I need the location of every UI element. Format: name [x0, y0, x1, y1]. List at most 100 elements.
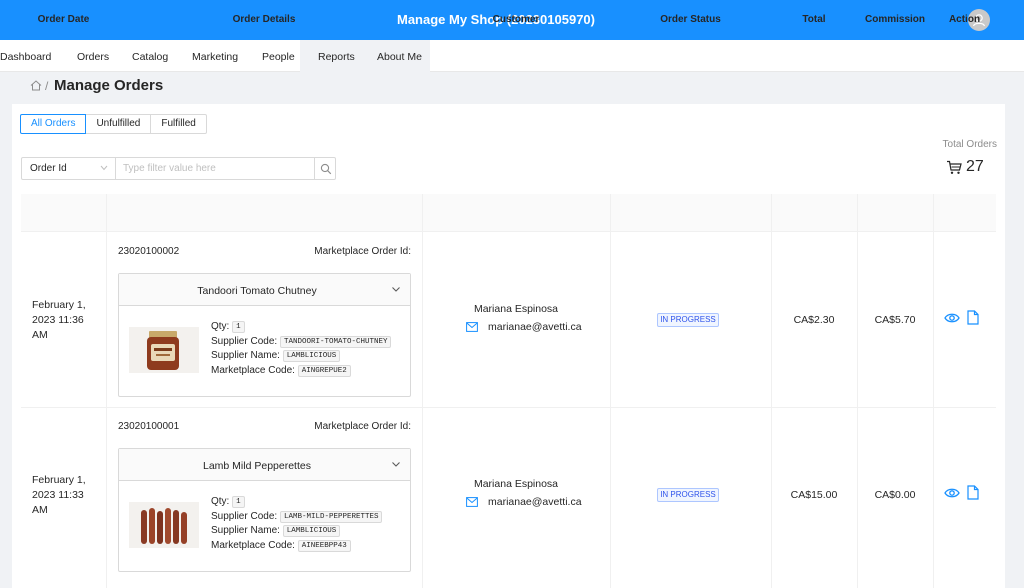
- customer-name: Mariana Espinosa: [473, 478, 559, 490]
- order-date-line: February 1,: [32, 299, 86, 311]
- pepperettes-image: [129, 502, 199, 548]
- status-badge: IN PROGRESS: [657, 313, 719, 327]
- nav-catalog[interactable]: Catalog: [132, 51, 168, 63]
- qty-label: Qty:: [211, 496, 230, 507]
- col-order-details: Order Details: [232, 14, 296, 25]
- filter-field-value: Order Id: [30, 163, 67, 174]
- order-date-line: 2023 11:33: [32, 489, 84, 501]
- order-commission: CA$0.00: [874, 489, 916, 501]
- document-icon[interactable]: [967, 310, 979, 325]
- supplier-name-label: Supplier Name:: [211, 350, 280, 361]
- product-panel: Lamb Mild Pepperettes Qty: 1 Supplier Co…: [118, 448, 411, 572]
- row-divider: [21, 407, 996, 408]
- search-icon: [320, 163, 332, 175]
- marketplace-code-value: AINEEBPP43: [297, 540, 351, 552]
- supplier-code-value: LAMB-MILD-PEPPERETTES: [279, 511, 383, 523]
- chevron-down-icon[interactable]: [391, 286, 401, 293]
- marketplace-code-label: Marketplace Code:: [211, 540, 295, 551]
- product-qty: Qty: 1: [211, 496, 245, 508]
- page-title: Manage Orders: [54, 77, 164, 94]
- column-divider: [857, 194, 858, 588]
- tab-unfulfilled[interactable]: Unfulfilled: [85, 114, 152, 134]
- marketplace-code-label: Marketplace Code:: [211, 365, 295, 376]
- view-icon[interactable]: [944, 487, 960, 499]
- order-date-line: February 1,: [32, 474, 86, 486]
- col-action: Action: [948, 14, 981, 25]
- product-supplier-name: Supplier Name: LAMBLICIOUS: [211, 525, 341, 537]
- home-icon[interactable]: [30, 80, 42, 91]
- mail-icon: [466, 497, 478, 507]
- supplier-name-label: Supplier Name:: [211, 525, 280, 536]
- product-image: [129, 327, 199, 373]
- order-total: CA$2.30: [793, 314, 835, 326]
- order-date-line: AM: [32, 329, 48, 341]
- chevron-down-icon: [100, 165, 108, 171]
- main-nav: Dashboard Orders Catalog Marketing Peopl…: [0, 40, 1024, 72]
- supplier-name-value: LAMBLICIOUS: [282, 350, 341, 362]
- order-date-line: 2023 11:36: [32, 314, 84, 326]
- orders-table-header: [21, 194, 996, 232]
- col-commission: Commission: [864, 14, 925, 25]
- nav-about-me[interactable]: About Me: [377, 51, 422, 63]
- marketplace-code-value: AINGREPUE2: [297, 365, 351, 377]
- marketplace-order-id-label: Marketplace Order Id:: [314, 421, 411, 432]
- nav-reports[interactable]: Reports: [318, 51, 355, 63]
- view-icon[interactable]: [944, 312, 960, 324]
- col-total: Total: [802, 14, 826, 25]
- tab-all-orders[interactable]: All Orders: [20, 114, 87, 134]
- qty-value: 1: [232, 496, 245, 508]
- product-panel-header[interactable]: Tandoori Tomato Chutney: [119, 274, 410, 306]
- chevron-down-icon[interactable]: [391, 461, 401, 468]
- nav-dashboard[interactable]: Dashboard: [0, 51, 51, 63]
- product-supplier-code: Supplier Code: LAMB-MILD-PEPPERETTES: [211, 511, 383, 523]
- mail-icon: [466, 322, 478, 332]
- product-marketplace-code: Marketplace Code: AINEEBPP43: [211, 540, 351, 552]
- product-marketplace-code: Marketplace Code: AINGREPUE2: [211, 365, 351, 377]
- total-orders-label: Total Orders: [942, 139, 997, 150]
- column-divider: [106, 194, 107, 588]
- qty-value: 1: [232, 321, 245, 333]
- customer-email-text[interactable]: marianae@avetti.ca: [488, 321, 582, 333]
- nav-orders[interactable]: Orders: [77, 51, 109, 63]
- product-qty: Qty: 1: [211, 321, 245, 333]
- nav-people[interactable]: People: [262, 51, 295, 63]
- order-id: 23020100002: [118, 246, 180, 257]
- breadcrumb-separator: /: [45, 79, 49, 93]
- total-orders-count: 27: [966, 158, 984, 175]
- supplier-code-label: Supplier Code:: [211, 511, 278, 522]
- product-supplier-code: Supplier Code: TANDOORI-TOMATO-CHUTNEY: [211, 336, 392, 348]
- order-total: CA$15.00: [790, 489, 838, 501]
- chutney-jar-image: [129, 327, 199, 373]
- supplier-code-value: TANDOORI-TOMATO-CHUTNEY: [279, 336, 392, 348]
- product-panel: Tandoori Tomato Chutney Qty: 1 Supplier …: [118, 273, 411, 397]
- order-date: February 1, 2023 11:33 AM: [32, 473, 98, 518]
- product-panel-header[interactable]: Lamb Mild Pepperettes: [119, 449, 410, 481]
- filter-value-input[interactable]: [117, 158, 314, 179]
- search-button[interactable]: [314, 158, 336, 179]
- marketplace-order-id-label: Marketplace Order Id:: [314, 246, 411, 257]
- column-divider: [422, 194, 423, 588]
- order-commission: CA$5.70: [874, 314, 916, 326]
- column-divider: [771, 194, 772, 588]
- tab-fulfilled[interactable]: Fulfilled: [150, 114, 207, 134]
- column-divider: [933, 194, 934, 588]
- column-divider: [610, 194, 611, 588]
- customer-name: Mariana Espinosa: [473, 303, 559, 315]
- customer-email-text[interactable]: marianae@avetti.ca: [488, 496, 582, 508]
- cart-icon: [947, 160, 962, 174]
- document-icon[interactable]: [967, 485, 979, 500]
- total-orders: 27: [946, 157, 984, 177]
- supplier-code-label: Supplier Code:: [211, 336, 278, 347]
- product-supplier-name: Supplier Name: LAMBLICIOUS: [211, 350, 341, 362]
- order-date: February 1, 2023 11:36 AM: [32, 298, 98, 343]
- product-name: Tandoori Tomato Chutney: [197, 285, 317, 297]
- order-id: 23020100001: [118, 421, 180, 432]
- order-filter: Order Id: [21, 157, 336, 180]
- qty-label: Qty:: [211, 321, 230, 332]
- nav-marketing[interactable]: Marketing: [192, 51, 238, 63]
- supplier-name-value: LAMBLICIOUS: [282, 525, 341, 537]
- filter-field-select[interactable]: Order Id: [22, 158, 116, 179]
- status-badge: IN PROGRESS: [657, 488, 719, 502]
- product-image: [129, 502, 199, 548]
- order-date-line: AM: [32, 504, 48, 516]
